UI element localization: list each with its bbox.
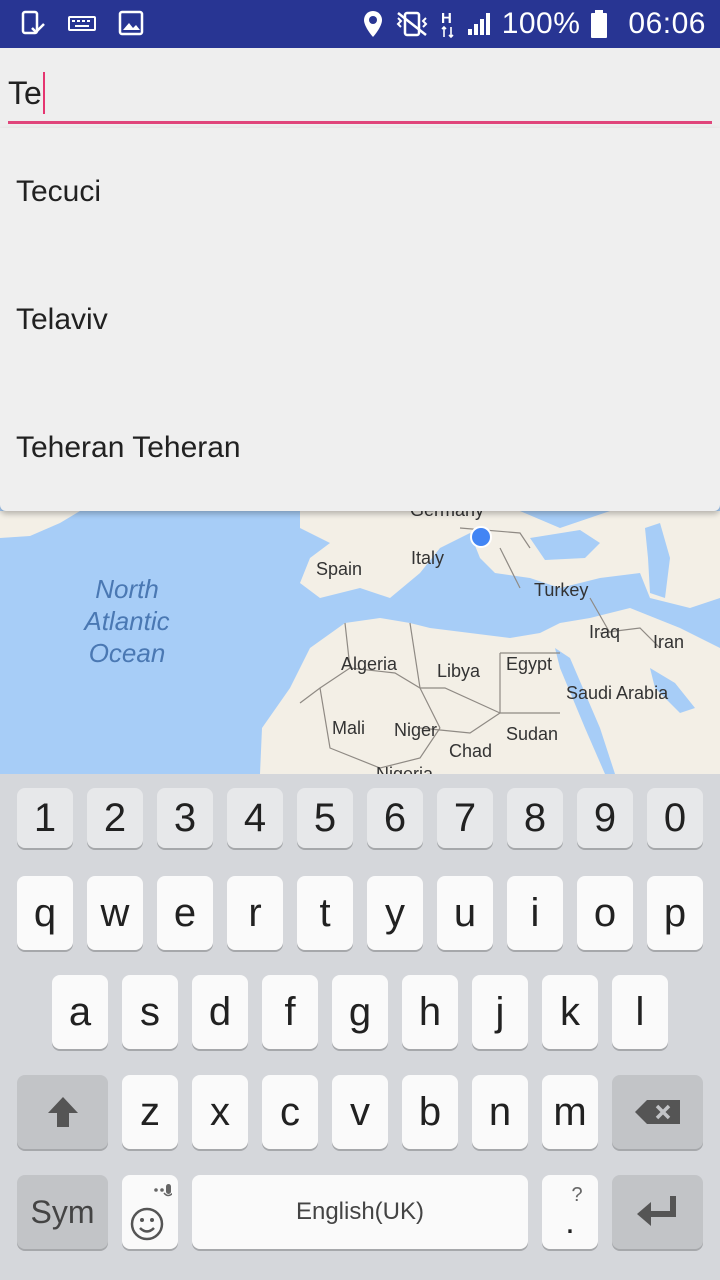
label-iraq: Iraq <box>589 622 620 642</box>
signal-icon <box>466 11 492 37</box>
period-key-hint: ? <box>571 1184 583 1206</box>
key-7[interactable]: 7 <box>437 788 493 848</box>
screenshot-icon <box>20 10 46 36</box>
ocean-label-line3: Ocean <box>89 638 166 668</box>
key-w[interactable]: w <box>87 876 143 950</box>
image-icon <box>118 10 144 36</box>
vibrate-icon <box>394 10 430 38</box>
ocean-label-line1: North <box>95 574 159 604</box>
key-e[interactable]: e <box>157 876 213 950</box>
search-input-underline <box>8 121 712 124</box>
period-key-label: . <box>565 1203 575 1241</box>
key-s[interactable]: s <box>122 975 178 1049</box>
key-k[interactable]: k <box>542 975 598 1049</box>
emoji-icon <box>130 1184 172 1241</box>
key-q[interactable]: q <box>17 876 73 950</box>
key-v[interactable]: v <box>332 1075 388 1149</box>
status-left-icons <box>20 10 144 36</box>
key-4[interactable]: 4 <box>227 788 283 848</box>
status-right-icons: H 100% 06:06 <box>362 0 706 48</box>
backspace-icon <box>634 1100 680 1124</box>
suggestions-dropdown: Tecuci Telaviv Teheran Teheran <box>0 128 720 511</box>
label-turkey: Turkey <box>534 580 588 600</box>
my-location-dot[interactable] <box>470 526 492 548</box>
key-2[interactable]: 2 <box>87 788 143 848</box>
sym-key[interactable]: Sym <box>17 1175 108 1249</box>
key-8[interactable]: 8 <box>507 788 563 848</box>
suggestion-label: Tecuci <box>16 175 102 208</box>
status-bar: H 100% 06:06 <box>0 0 720 48</box>
space-key-label: English(UK) <box>295 1198 425 1225</box>
key-0[interactable]: 0 <box>647 788 703 848</box>
key-o[interactable]: o <box>577 876 633 950</box>
space-key[interactable]: English(UK) <box>192 1175 528 1249</box>
network-h-icon: H <box>440 9 456 39</box>
battery-icon <box>590 9 608 39</box>
clock: 06:06 <box>628 7 706 40</box>
key-3[interactable]: 3 <box>157 788 213 848</box>
key-y[interactable]: y <box>367 876 423 950</box>
label-mali: Mali <box>332 718 365 738</box>
key-a[interactable]: a <box>52 975 108 1049</box>
search-input[interactable]: Te <box>8 72 45 114</box>
label-egypt: Egypt <box>506 654 552 674</box>
text-cursor <box>42 72 45 114</box>
backspace-key[interactable] <box>612 1075 703 1149</box>
key-1[interactable]: 1 <box>17 788 73 848</box>
key-h[interactable]: h <box>402 975 458 1049</box>
search-bar: Te <box>0 48 720 128</box>
key-n[interactable]: n <box>472 1075 528 1149</box>
key-f[interactable]: f <box>262 975 318 1049</box>
key-j[interactable]: j <box>472 975 528 1049</box>
suggestion-item[interactable]: Teheran Teheran <box>0 384 720 512</box>
land-europe-west <box>0 511 80 538</box>
key-c[interactable]: c <box>262 1075 318 1149</box>
suggestion-item[interactable]: Telaviv <box>0 256 720 384</box>
enter-icon <box>636 1196 676 1226</box>
key-x[interactable]: x <box>192 1075 248 1149</box>
shift-icon <box>47 1097 78 1127</box>
key-l[interactable]: l <box>612 975 668 1049</box>
label-spain: Spain <box>316 559 362 579</box>
key-z[interactable]: z <box>122 1075 178 1149</box>
period-key[interactable]: ? . <box>542 1175 598 1249</box>
ocean-label: North Atlantic Ocean <box>82 574 169 668</box>
network-letter: H <box>441 10 452 27</box>
label-sudan: Sudan <box>506 724 558 744</box>
enter-key[interactable] <box>612 1175 703 1249</box>
label-italy: Italy <box>411 548 444 568</box>
sym-key-label: Sym <box>30 1193 95 1230</box>
key-9[interactable]: 9 <box>577 788 633 848</box>
keyboard-icon <box>68 13 96 33</box>
key-d[interactable]: d <box>192 975 248 1049</box>
battery-percent: 100% <box>501 7 581 40</box>
location-icon <box>362 10 384 38</box>
label-chad: Chad <box>449 741 492 761</box>
key-5[interactable]: 5 <box>297 788 353 848</box>
key-p[interactable]: p <box>647 876 703 950</box>
emoji-key[interactable] <box>122 1175 178 1249</box>
suggestion-item[interactable]: Tecuci <box>0 128 720 256</box>
key-b[interactable]: b <box>402 1075 458 1149</box>
shift-key[interactable] <box>17 1075 108 1149</box>
ocean-label-line2: Atlantic <box>82 606 169 636</box>
search-input-value: Te <box>8 74 42 111</box>
label-saudi: Saudi Arabia <box>566 683 669 703</box>
key-i[interactable]: i <box>507 876 563 950</box>
key-t[interactable]: t <box>297 876 353 950</box>
key-u[interactable]: u <box>437 876 493 950</box>
key-6[interactable]: 6 <box>367 788 423 848</box>
suggestion-label: Telaviv <box>16 303 108 336</box>
label-algeria: Algeria <box>341 654 398 674</box>
label-libya: Libya <box>437 661 481 681</box>
soft-keyboard: 1 2 3 4 5 6 7 8 9 0 q w e r t y u i o p … <box>0 774 720 1280</box>
key-r[interactable]: r <box>227 876 283 950</box>
label-iran: Iran <box>653 632 684 652</box>
label-nigeria: Nigeria <box>376 764 434 774</box>
suggestion-label: Teheran Teheran <box>16 431 241 464</box>
label-niger: Niger <box>394 720 437 740</box>
key-m[interactable]: m <box>542 1075 598 1149</box>
key-g[interactable]: g <box>332 975 388 1049</box>
